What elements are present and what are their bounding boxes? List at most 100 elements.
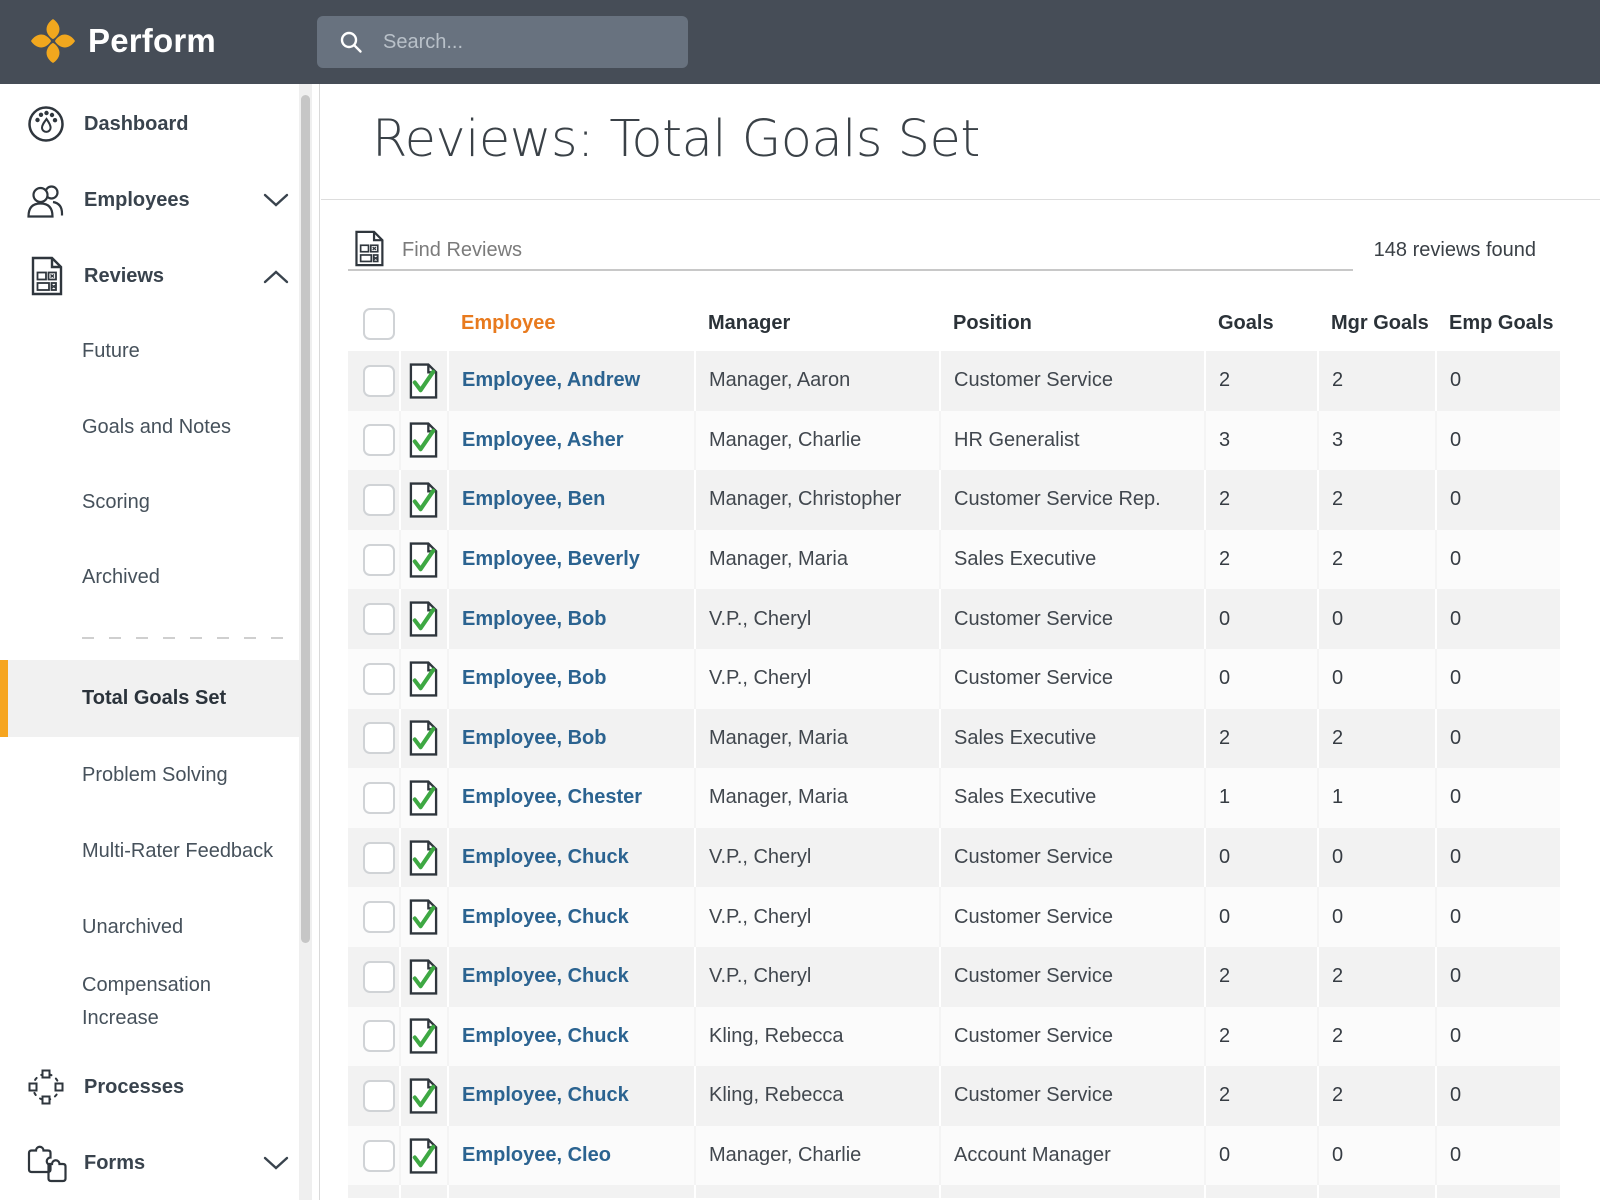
goals-cell: 0 (1204, 589, 1318, 649)
review-document-icon[interactable] (408, 1017, 439, 1055)
row-checkbox[interactable] (363, 603, 395, 636)
employee-link[interactable]: Employee, Cleo (462, 1144, 611, 1166)
find-reviews-input[interactable] (402, 238, 1202, 262)
review-document-icon[interactable] (408, 1077, 439, 1115)
review-document-icon[interactable] (408, 839, 439, 877)
manager-cell: Manager, Charlie (694, 410, 940, 471)
column-header-position[interactable]: Position (940, 296, 1205, 351)
emp-goals-cell: 0 (1435, 410, 1560, 471)
employee-link[interactable]: Employee, Bob (462, 727, 606, 749)
employee-link[interactable]: Employee, Chuck (462, 906, 629, 928)
goals-cell: 2 (1204, 470, 1318, 530)
row-checkbox[interactable] (363, 841, 395, 874)
employee-link[interactable]: Employee, Chuck (462, 1084, 629, 1106)
sidebar-item-total-goals-set-active[interactable]: Total Goals Set (0, 660, 299, 737)
review-document-icon[interactable] (408, 541, 439, 579)
sidebar-item-compensation-increase[interactable]: Compensation Increase (82, 969, 282, 1035)
position-cell: Customer Service Rep. (939, 470, 1205, 530)
sidebar-item-unarchived[interactable]: Unarchived (82, 905, 183, 949)
row-checkbox[interactable] (363, 483, 395, 516)
goals-cell: 0 (1204, 827, 1318, 888)
review-document-icon[interactable] (408, 660, 439, 698)
position-cell: Account Manager (939, 1125, 1205, 1186)
mgr-goals-cell: 2 (1317, 708, 1436, 769)
column-header-mgr-goals[interactable]: Mgr Goals (1318, 296, 1436, 351)
row-checkbox[interactable] (363, 543, 395, 576)
title-divider (321, 199, 1600, 200)
brand-name: Perform (88, 22, 216, 59)
goals-cell: 2 (1204, 708, 1318, 769)
row-checkbox[interactable] (363, 1079, 395, 1112)
review-document-icon[interactable] (408, 481, 439, 519)
employee-link[interactable]: Employee, Chuck (462, 1025, 629, 1047)
row-checkbox[interactable] (363, 1139, 395, 1172)
sidebar-dashed-divider (82, 637, 290, 639)
review-document-icon[interactable] (408, 1137, 439, 1175)
mgr-goals-cell: 0 (1317, 1125, 1436, 1186)
sidebar-item-forms[interactable]: Forms (0, 1141, 319, 1185)
sidebar-item-reviews[interactable]: Reviews (0, 254, 319, 298)
sidebar-item-problem-solving[interactable]: Problem Solving (82, 753, 228, 797)
column-header-emp-goals[interactable]: Emp Goals (1436, 296, 1560, 351)
row-checkbox[interactable] (363, 364, 395, 397)
mgr-goals-cell: 0 (1317, 648, 1436, 709)
sidebar-item-scoring[interactable]: Scoring (82, 480, 150, 524)
review-document-icon[interactable] (408, 719, 439, 757)
sidebar-item-processes[interactable]: Processes (0, 1065, 319, 1109)
page-title: Reviews: Total Goals Set (372, 110, 980, 169)
employee-link[interactable]: Employee, Ben (462, 488, 605, 510)
processes-icon (26, 1067, 66, 1107)
find-reviews-icon (352, 230, 385, 267)
find-reviews-field[interactable] (348, 231, 1353, 271)
manager-cell: Manager, Maria (694, 529, 940, 590)
employee-link[interactable]: Employee, Chuck (462, 846, 629, 868)
goals-cell: 2 (1204, 1066, 1318, 1126)
employee-link[interactable]: Employee, Chester (462, 786, 642, 808)
emp-goals-cell: 0 (1435, 648, 1560, 709)
sidebar-item-goals-and-notes[interactable]: Goals and Notes (82, 405, 231, 449)
sidebar-item-archived[interactable]: Archived (82, 555, 160, 599)
sidebar-item-future[interactable]: Future (82, 329, 140, 373)
employee-link[interactable]: Employee, Bob (462, 608, 606, 630)
sidebar: Dashboard Employees Reviews Future Goals… (0, 84, 320, 1200)
sidebar-item-dashboard[interactable]: Dashboard (0, 102, 319, 146)
emp-goals-cell: 0 (1435, 1125, 1560, 1186)
row-checkbox[interactable] (363, 1020, 395, 1053)
review-document-icon[interactable] (408, 898, 439, 936)
employee-link[interactable]: Employee, Bob (462, 667, 606, 689)
review-document-icon[interactable] (408, 600, 439, 638)
mgr-goals-cell: 1 (1317, 768, 1436, 828)
employee-link[interactable]: Employee, Beverly (462, 548, 640, 570)
sidebar-item-employees[interactable]: Employees (0, 178, 319, 222)
sidebar-item-label: Reviews (84, 264, 165, 287)
review-document-icon[interactable] (408, 779, 439, 817)
manager-cell: Manager, Christopher (694, 470, 940, 530)
sidebar-item-multi-rater-feedback[interactable]: Multi-Rater Feedback (82, 829, 273, 873)
manager-cell: V.P., Cheryl (694, 827, 940, 888)
employee-link[interactable]: Employee, Andrew (462, 369, 640, 391)
column-header-employee[interactable]: Employee (448, 296, 695, 351)
column-header-manager[interactable]: Manager (695, 296, 940, 351)
row-checkbox[interactable] (363, 960, 395, 993)
employee-link[interactable]: Employee, Chuck (462, 965, 629, 987)
column-header-goals[interactable]: Goals (1205, 296, 1318, 351)
emp-goals-cell: 0 (1435, 768, 1560, 828)
sidebar-scrollbar-thumb[interactable] (301, 95, 310, 943)
row-checkbox[interactable] (363, 722, 395, 755)
manager-cell: V.P., Cheryl (694, 648, 940, 709)
review-document-icon[interactable] (408, 362, 439, 400)
employee-link[interactable]: Employee, Asher (462, 429, 624, 451)
row-checkbox[interactable] (363, 781, 395, 814)
dashboard-icon (26, 104, 66, 144)
global-search[interactable] (317, 16, 688, 68)
row-checkbox[interactable] (363, 424, 395, 457)
select-all-checkbox[interactable] (363, 307, 395, 340)
row-checkbox[interactable] (363, 901, 395, 934)
manager-cell: Manager, Maria (694, 708, 940, 769)
results-count: 148 reviews found (1373, 239, 1536, 261)
review-document-icon[interactable] (408, 958, 439, 996)
review-document-icon[interactable] (408, 421, 439, 459)
search-input[interactable] (383, 30, 663, 54)
row-checkbox[interactable] (363, 662, 395, 695)
chevron-down-icon (263, 193, 289, 208)
